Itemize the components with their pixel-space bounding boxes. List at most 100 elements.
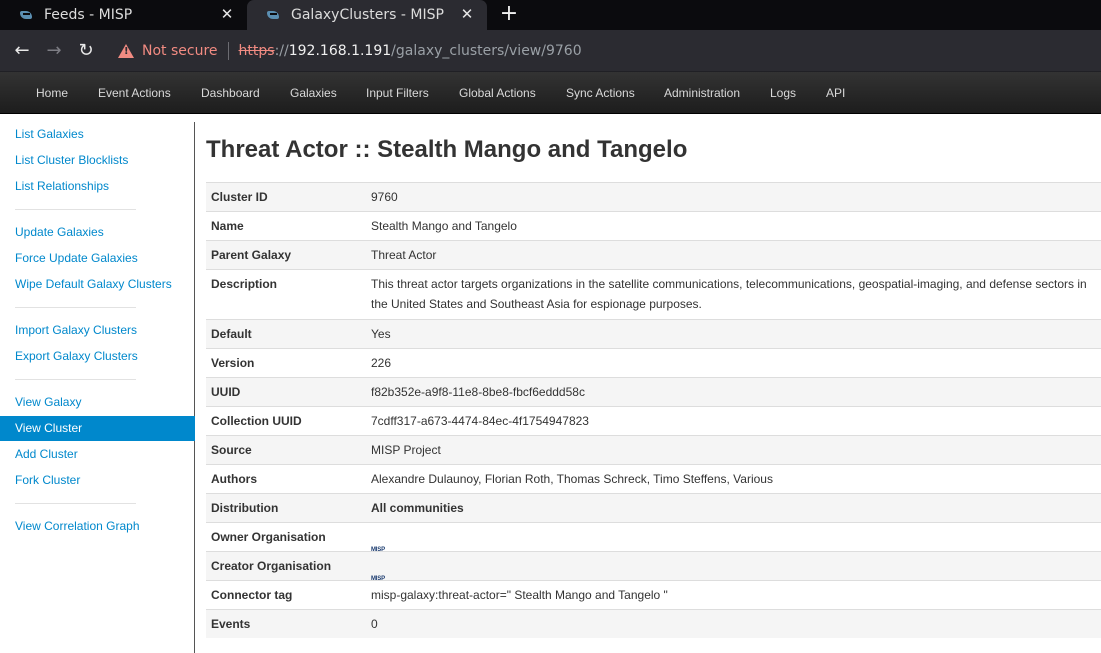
plus-icon[interactable]: + [498,2,520,26]
table-row: UUID f82b352e-a9f8-11e8-8be8-fbcf6eddd58c [206,377,1101,407]
side-menu: List Galaxies List Cluster Blocklists Li… [0,122,195,653]
url-divider [227,42,229,60]
menu-dashboard[interactable]: Dashboard [201,72,260,114]
sidebar-item-export-galaxy-clusters[interactable]: Export Galaxy Clusters [0,344,195,369]
menu-home[interactable]: Home [36,72,68,114]
row-label: Default [206,319,366,349]
sidebar-item-import-galaxy-clusters[interactable]: Import Galaxy Clusters [0,318,195,343]
table-row: Version 226 [206,348,1101,378]
sidebar-item-view-correlation-graph[interactable]: View Correlation Graph [0,514,195,539]
browser-toolbar: ← → ↻ Not secure https://192.168.1.191/g… [0,30,1101,72]
misp-main-menu: Home Event Actions Dashboard Galaxies In… [0,72,1101,114]
row-label: Parent Galaxy [206,240,366,270]
menu-global-actions[interactable]: Global Actions [459,72,536,114]
sidebar-item-force-update-galaxies[interactable]: Force Update Galaxies [0,246,195,271]
table-row: Connector tag misp-galaxy:threat-actor=" … [206,580,1101,610]
sidebar-item-fork-cluster[interactable]: Fork Cluster [0,468,195,493]
url-path: /galaxy_clusters/view/9760 [391,43,582,59]
org-logo-text: MISP [371,546,385,553]
row-value: Stealth Mango and Tangelo [366,211,1101,241]
row-label: Description [206,269,366,320]
back-arrow-icon[interactable]: ← [9,38,35,64]
row-label: Connector tag [206,580,366,610]
browser-tab-galaxyclusters[interactable]: GalaxyClusters - MISP ✕ [247,0,487,30]
row-label: Version [206,348,366,378]
row-value: Alexandre Dulaunoy, Florian Roth, Thomas… [366,464,1101,494]
sidebar-divider [15,307,136,308]
sidebar-divider [15,209,136,210]
menu-sync-actions[interactable]: Sync Actions [566,72,635,114]
table-row: Cluster ID 9760 [206,182,1101,212]
row-value: 0 [366,609,1101,638]
row-label: Collection UUID [206,406,366,436]
row-value: MISP [366,551,1101,582]
menu-galaxies[interactable]: Galaxies [290,72,337,114]
org-logo-text: MISP [371,575,385,582]
row-label: Owner Organisation [206,522,366,552]
url-scheme: https [238,43,275,59]
row-label: Authors [206,464,366,494]
row-value: 7cdff317-a673-4474-84ec-4f1754947823 [366,406,1101,436]
table-row: Owner Organisation MISP [206,522,1101,553]
creator-org-logo[interactable]: MISP [371,562,391,582]
sidebar-item-add-cluster[interactable]: Add Cluster [0,442,195,467]
table-row: Creator Organisation MISP [206,551,1101,582]
menu-input-filters[interactable]: Input Filters [366,72,429,114]
table-row: Distribution All communities [206,493,1101,523]
row-value: This threat actor targets organizations … [366,269,1101,320]
row-value: f82b352e-a9f8-11e8-8be8-fbcf6eddd58c [366,377,1101,407]
table-row: Collection UUID 7cdff317-a673-4474-84ec-4… [206,406,1101,436]
row-value: All communities [366,493,1101,523]
page-title: Threat Actor :: Stealth Mango and Tangel… [206,136,688,163]
sidebar-item-view-galaxy[interactable]: View Galaxy [0,390,195,415]
browser-tab-feeds[interactable]: Feeds - MISP ✕ [0,0,247,30]
table-row: Default Yes [206,319,1101,349]
close-icon[interactable]: ✕ [459,6,475,22]
misp-favicon-icon [267,9,281,21]
close-icon[interactable]: ✕ [219,6,235,22]
address-bar[interactable]: Not secure https://192.168.1.191/galaxy_… [106,36,1096,66]
cluster-details-table: Cluster ID 9760 Name Stealth Mango and Tan… [206,182,1101,638]
warning-icon[interactable] [118,43,134,59]
security-label[interactable]: Not secure [142,43,218,59]
row-value: 9760 [366,182,1101,212]
row-value: Yes [366,319,1101,349]
browser-tab-strip: Feeds - MISP ✕ GalaxyClusters - MISP ✕ + [0,0,1101,30]
sidebar-item-list-cluster-blocklists[interactable]: List Cluster Blocklists [0,148,195,173]
sidebar-item-wipe-default-galaxy-clusters[interactable]: Wipe Default Galaxy Clusters [0,272,195,297]
row-label: Name [206,211,366,241]
table-row: Description This threat actor targets org… [206,269,1101,320]
row-label: Source [206,435,366,465]
row-label: UUID [206,377,366,407]
table-row: Events 0 [206,609,1101,638]
row-label: Distribution [206,493,366,523]
reload-icon[interactable]: ↻ [73,38,99,64]
sidebar-item-view-cluster[interactable]: View Cluster [0,416,195,441]
owner-org-logo[interactable]: MISP [371,533,391,553]
table-row: Source MISP Project [206,435,1101,465]
row-label: Events [206,609,366,638]
menu-administration[interactable]: Administration [664,72,740,114]
sidebar-item-update-galaxies[interactable]: Update Galaxies [0,220,195,245]
row-label: Creator Organisation [206,551,366,581]
forward-arrow-icon[interactable]: → [41,38,67,64]
sidebar-item-list-relationships[interactable]: List Relationships [0,174,195,199]
tab-title: Feeds - MISP [44,7,133,23]
tab-title: GalaxyClusters - MISP [291,7,444,23]
row-value: Threat Actor [366,240,1101,270]
row-value: MISP [366,522,1101,553]
menu-logs[interactable]: Logs [770,72,796,114]
table-row: Authors Alexandre Dulaunoy, Florian Roth,… [206,464,1101,494]
sidebar-divider [15,379,136,380]
table-row: Name Stealth Mango and Tangelo [206,211,1101,241]
sidebar-divider [15,503,136,504]
menu-event-actions[interactable]: Event Actions [98,72,171,114]
sidebar-item-list-galaxies[interactable]: List Galaxies [0,122,195,147]
url-host: 192.168.1.191 [288,43,392,59]
table-row: Parent Galaxy Threat Actor [206,240,1101,270]
misp-favicon-icon [20,9,34,21]
row-value: misp-galaxy:threat-actor=" Stealth Mango… [366,580,1101,610]
row-value: MISP Project [366,435,1101,465]
menu-api[interactable]: API [826,72,845,114]
url-text[interactable]: https://192.168.1.191/galaxy_clusters/vi… [239,43,582,59]
